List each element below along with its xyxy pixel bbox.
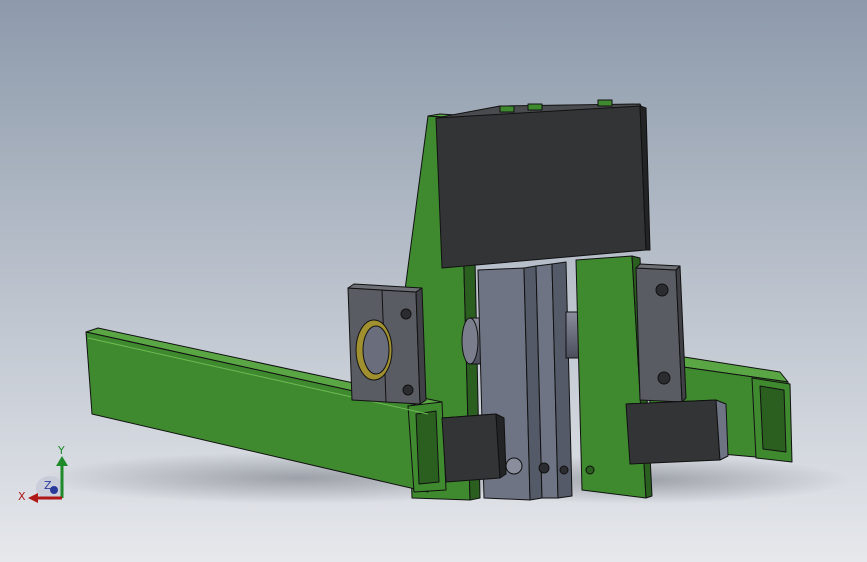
pivot-pin: [559, 465, 569, 475]
top-cover-block[interactable]: [435, 103, 651, 269]
y-axis-label: Y: [57, 444, 65, 457]
z-axis-label: Z: [44, 479, 52, 492]
bolt-hole: [657, 371, 671, 385]
x-axis-label: X: [18, 490, 26, 503]
bolt-hole: [402, 384, 414, 396]
top-tab: [527, 103, 543, 111]
top-tab: [499, 105, 515, 113]
top-tab: [597, 99, 613, 107]
plate-hole: [585, 465, 595, 475]
bolt-hole: [400, 308, 412, 320]
right-bearing-block[interactable]: [635, 263, 687, 403]
pivot-pin: [505, 457, 523, 475]
left-bearing-block[interactable]: [347, 283, 427, 405]
bearing-bore: [362, 325, 390, 375]
left-end-cap[interactable]: [441, 413, 507, 483]
model-canvas[interactable]: Y X Z: [0, 0, 867, 562]
graphics-viewport[interactable]: Y X Z: [0, 0, 867, 562]
pivot-pin: [538, 462, 550, 474]
right-end-cap[interactable]: [625, 399, 729, 465]
bolt-hole: [655, 283, 669, 297]
